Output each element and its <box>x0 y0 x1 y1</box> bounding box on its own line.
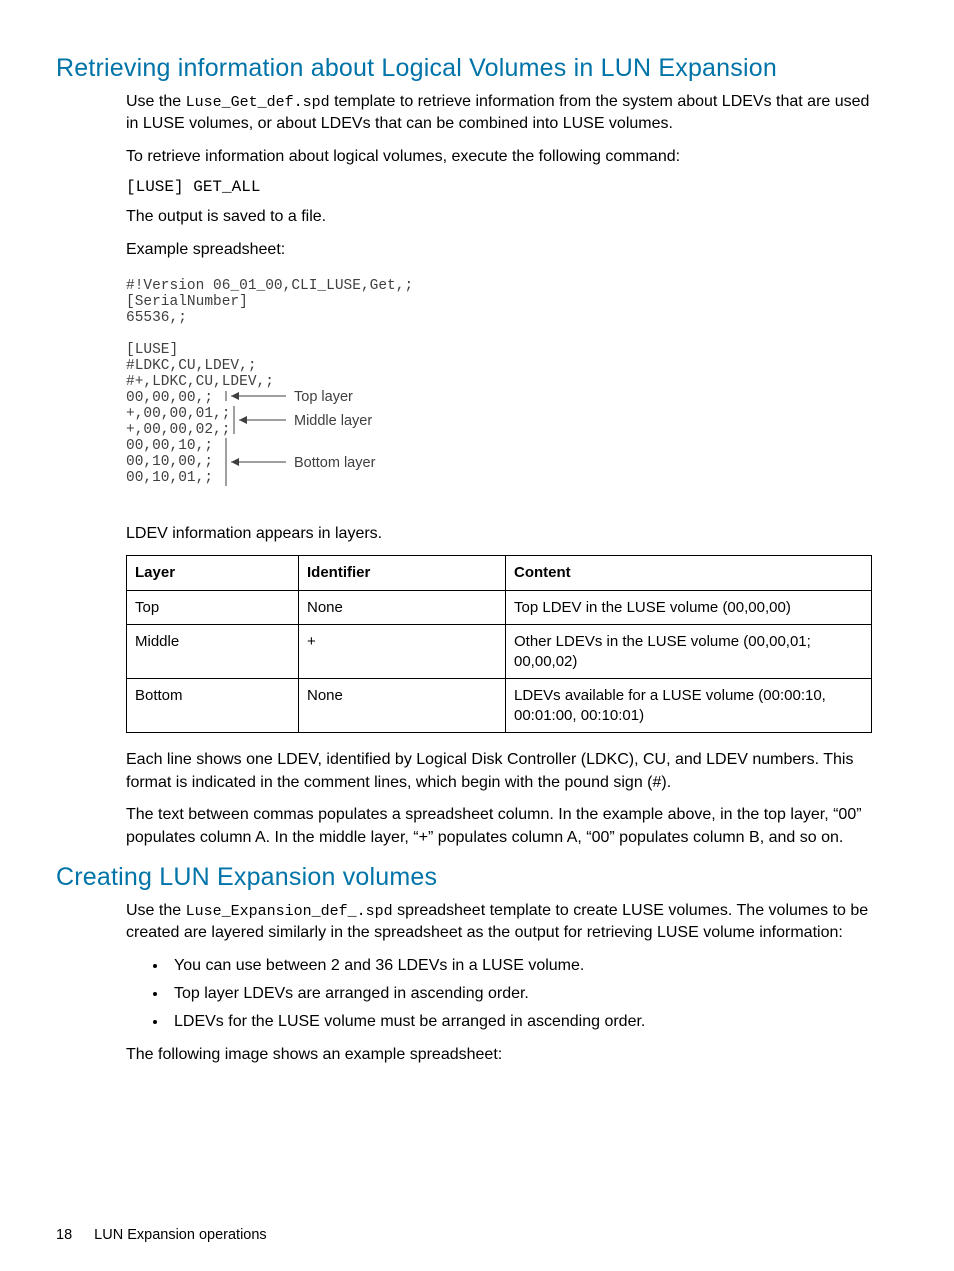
table-header: Content <box>506 556 872 591</box>
section1-paragraph-1: Use the Luse_Get_def.spd template to ret… <box>126 91 872 136</box>
diagram-line: +,00,00,01,; <box>126 406 230 422</box>
text: Use the <box>126 93 186 110</box>
table-row: Bottom None LDEVs available for a LUSE v… <box>127 679 872 733</box>
section1-paragraph-5: Each line shows one LDEV, identified by … <box>126 749 872 794</box>
section1-paragraph-4: Example spreadsheet: <box>126 239 872 261</box>
chapter-title: LUN Expansion operations <box>94 1227 267 1243</box>
table-row: Middle + Other LDEVs in the LUSE volume … <box>127 625 872 679</box>
section2-paragraph-2: The following image shows an example spr… <box>126 1044 872 1066</box>
diagram-label-top: Top layer <box>294 389 353 405</box>
diagram-line: +,00,00,02,; <box>126 422 230 438</box>
example-spreadsheet-diagram: #!Version 06_01_00,CLI_LUSE,Get,; [Seria… <box>126 275 872 501</box>
diagram-line: 65536,; <box>126 310 187 326</box>
section1-body: Use the Luse_Get_def.spd template to ret… <box>126 91 872 849</box>
table-cell: + <box>299 625 506 679</box>
diagram-line: #!Version 06_01_00,CLI_LUSE,Get,; <box>126 278 413 294</box>
table-header: Identifier <box>299 556 506 591</box>
diagram-label-bottom: Bottom layer <box>294 455 376 471</box>
diagram-line: [LUSE] <box>126 342 178 358</box>
page-number: 18 <box>56 1227 72 1243</box>
section1-paragraph-2: To retrieve information about logical vo… <box>126 146 872 168</box>
table-cell: Top <box>127 590 299 625</box>
diagram-label-middle: Middle layer <box>294 413 372 429</box>
diagram-line: 00,10,00,; <box>126 454 213 470</box>
section1-paragraph-6: The text between commas populates a spre… <box>126 804 872 849</box>
table-cell: Bottom <box>127 679 299 733</box>
diagram-line: 00,10,01,; <box>126 470 213 486</box>
section2-heading: Creating LUN Expansion volumes <box>56 863 872 892</box>
table-cell: Other LDEVs in the LUSE volume (00,00,01… <box>506 625 872 679</box>
section1-after-diagram: LDEV information appears in layers. <box>126 523 872 545</box>
table-cell: LDEVs available for a LUSE volume (00:00… <box>506 679 872 733</box>
command-line: [LUSE] GET_ALL <box>126 178 872 196</box>
page: Retrieving information about Logical Vol… <box>0 0 954 1271</box>
table-cell: None <box>299 679 506 733</box>
text: Use the <box>126 902 186 919</box>
section2-bullet-list: You can use between 2 and 36 LDEVs in a … <box>126 955 872 1034</box>
diagram-line: 00,00,10,; <box>126 438 213 454</box>
diagram-line: [SerialNumber] <box>126 294 248 310</box>
list-item: You can use between 2 and 36 LDEVs in a … <box>168 955 872 977</box>
list-item: LDEVs for the LUSE volume must be arrang… <box>168 1011 872 1033</box>
page-footer: 18 LUN Expansion operations <box>56 1227 267 1243</box>
table-row: Top None Top LDEV in the LUSE volume (00… <box>127 590 872 625</box>
inline-code: Luse_Get_def.spd <box>186 94 330 111</box>
diagram-line: 00,00,00,; <box>126 390 213 406</box>
inline-code: Luse_Expansion_def_.spd <box>186 903 393 920</box>
table-cell: None <box>299 590 506 625</box>
diagram-line: #+,LDKC,CU,LDEV,; <box>126 374 274 390</box>
section1-paragraph-3: The output is saved to a file. <box>126 206 872 228</box>
table-header: Layer <box>127 556 299 591</box>
section2-paragraph-1: Use the Luse_Expansion_def_.spd spreadsh… <box>126 900 872 945</box>
diagram-line: #LDKC,CU,LDEV,; <box>126 358 257 374</box>
layer-table: Layer Identifier Content Top None Top LD… <box>126 555 872 733</box>
table-cell: Top LDEV in the LUSE volume (00,00,00) <box>506 590 872 625</box>
section2-body: Use the Luse_Expansion_def_.spd spreadsh… <box>126 900 872 1066</box>
section1-heading: Retrieving information about Logical Vol… <box>56 54 872 83</box>
table-cell: Middle <box>127 625 299 679</box>
list-item: Top layer LDEVs are arranged in ascendin… <box>168 983 872 1005</box>
table-header-row: Layer Identifier Content <box>127 556 872 591</box>
